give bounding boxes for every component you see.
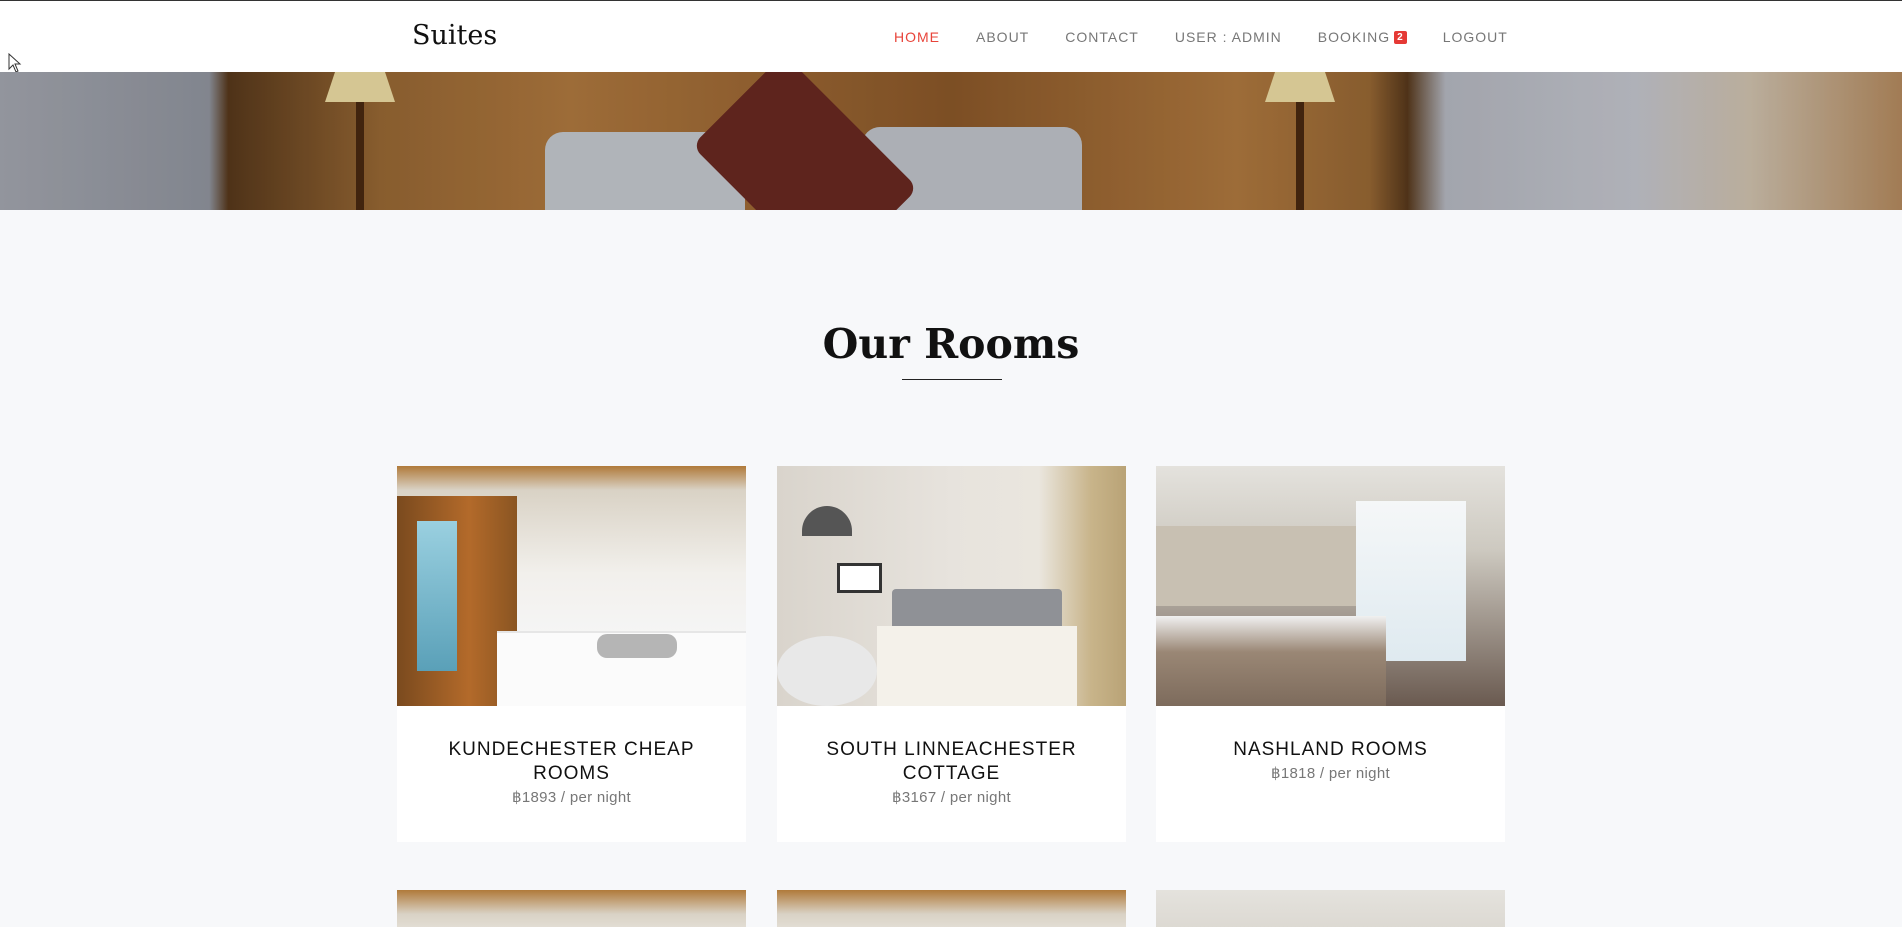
section-title: Our Rooms bbox=[822, 320, 1080, 368]
nav-about[interactable]: ABOUT bbox=[976, 29, 1029, 45]
hero-overlay bbox=[0, 72, 1902, 210]
nav-home[interactable]: HOME bbox=[894, 29, 940, 45]
hero-banner-image bbox=[0, 72, 1902, 210]
nav-user[interactable]: USER : ADMIN bbox=[1175, 29, 1282, 45]
room-price: ฿3167 / per night bbox=[892, 789, 1011, 806]
room-name[interactable]: NASHLAND ROOMS bbox=[1156, 738, 1505, 762]
nav-booking-label: BOOKING bbox=[1317, 29, 1391, 45]
room-card[interactable]: KUNDECHESTER CHEAP ROOMS ฿1893 / per nig… bbox=[397, 466, 746, 842]
top-navbar: Suites HOME ABOUT CONTACT USER : ADMIN B… bbox=[0, 0, 1902, 72]
booking-count-badge: 2 bbox=[1394, 30, 1407, 44]
room-photo[interactable] bbox=[397, 466, 746, 706]
brand-logo[interactable]: Suites bbox=[412, 20, 497, 51]
room-name[interactable]: SOUTH LINNEACHESTER COTTAGE bbox=[777, 738, 1126, 786]
room-photo[interactable] bbox=[1156, 466, 1505, 706]
section-title-underline bbox=[902, 379, 1002, 380]
main-nav: HOME ABOUT CONTACT USER : ADMIN BOOKING 2… bbox=[894, 29, 1544, 45]
room-photo[interactable] bbox=[777, 466, 1126, 706]
nav-contact[interactable]: CONTACT bbox=[1065, 29, 1139, 45]
nav-booking[interactable]: BOOKING 2 bbox=[1318, 29, 1407, 45]
desk bbox=[777, 636, 877, 706]
pendant-lamp bbox=[802, 506, 852, 536]
nav-logout[interactable]: LOGOUT bbox=[1443, 29, 1508, 45]
window-view bbox=[417, 521, 457, 671]
room-price: ฿1893 / per night bbox=[512, 789, 631, 806]
wall-picture bbox=[837, 563, 882, 593]
room-card-photo-partial[interactable] bbox=[397, 890, 746, 927]
room-card[interactable]: SOUTH LINNEACHESTER COTTAGE ฿3167 / per … bbox=[777, 466, 1126, 842]
room-card[interactable]: NASHLAND ROOMS ฿1818 / per night bbox=[1156, 466, 1505, 842]
room-card-photo-partial[interactable] bbox=[1156, 890, 1505, 927]
room-card-photo-partial[interactable] bbox=[777, 890, 1126, 927]
bed-pillow bbox=[597, 634, 677, 658]
mouse-cursor-icon bbox=[8, 53, 22, 73]
room-name[interactable]: KUNDECHESTER CHEAP ROOMS bbox=[397, 738, 746, 786]
wall-panel bbox=[1156, 526, 1366, 606]
bed bbox=[1156, 616, 1386, 706]
bed bbox=[877, 626, 1077, 706]
room-price: ฿1818 / per night bbox=[1271, 765, 1390, 782]
